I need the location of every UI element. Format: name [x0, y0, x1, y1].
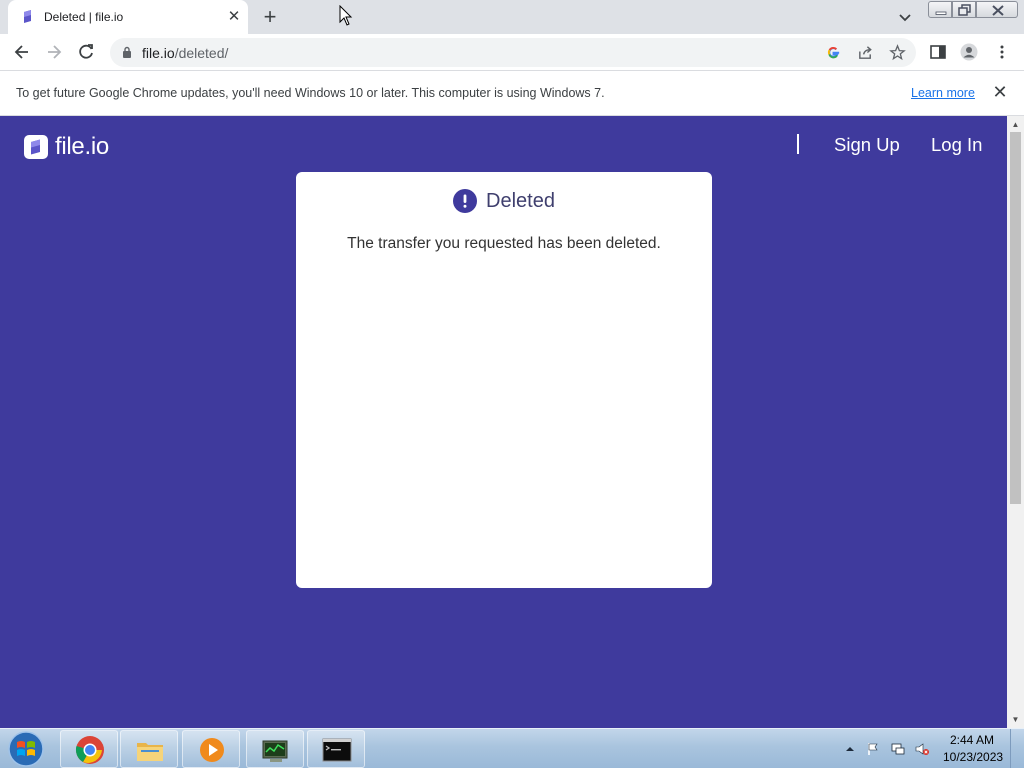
reload-icon[interactable] — [76, 42, 96, 62]
file-explorer-icon — [137, 743, 163, 761]
file-io-logo-icon — [24, 135, 48, 159]
alert-icon — [453, 189, 478, 213]
browser-toolbar: file.io/deleted/ — [0, 34, 1024, 71]
taskbar-chrome[interactable] — [60, 730, 118, 768]
side-panel-icon[interactable] — [929, 43, 947, 61]
restore-button[interactable] — [952, 1, 976, 18]
star-icon[interactable] — [889, 44, 906, 61]
windows-taskbar: 2:44 AM 10/23/2023 — [0, 728, 1024, 768]
media-player-icon — [200, 738, 224, 762]
card-header: Deleted — [296, 189, 712, 213]
card-title: Deleted — [486, 189, 555, 212]
page-viewport: file.io Sign Up Log In Deleted The trans… — [0, 116, 1024, 728]
menu-icon[interactable] — [993, 43, 1011, 61]
url-text[interactable]: file.io/deleted/ — [142, 45, 228, 61]
infobar-close-icon[interactable]: ✕ — [991, 83, 1009, 101]
learn-more-link[interactable]: Learn more — [911, 86, 975, 100]
tab-title: Deleted | file.io — [44, 10, 124, 24]
chrome-icon — [75, 736, 104, 764]
mouse-cursor-icon — [339, 5, 353, 26]
log-in-link[interactable]: Log In — [931, 134, 982, 156]
nav-divider — [797, 134, 799, 154]
taskbar-file-explorer[interactable] — [120, 730, 178, 768]
lock-icon[interactable] — [122, 46, 132, 58]
sign-up-link[interactable]: Sign Up — [834, 134, 900, 156]
network-monitor-icon — [262, 740, 288, 762]
infobar-message: To get future Google Chrome updates, you… — [16, 86, 605, 100]
site-logo[interactable]: file.io — [24, 133, 109, 161]
update-infobar: To get future Google Chrome updates, you… — [0, 71, 1024, 116]
network-icon[interactable] — [891, 742, 905, 756]
status-card: Deleted The transfer you requested has b… — [296, 172, 712, 588]
show-desktop-button[interactable] — [1010, 729, 1024, 768]
tab-strip: Deleted | file.io ✕ + — [0, 0, 1024, 34]
plus-icon[interactable]: + — [258, 6, 282, 28]
share-icon[interactable] — [857, 44, 874, 61]
card-message: The transfer you requested has been dele… — [347, 235, 661, 252]
tab-close-icon[interactable]: ✕ — [226, 9, 242, 25]
page-scrollbar[interactable]: ▲ ▼ — [1007, 116, 1024, 728]
google-icon[interactable] — [825, 44, 842, 61]
action-center-flag-icon[interactable] — [866, 742, 880, 756]
taskbar-media-player[interactable] — [182, 730, 240, 768]
start-button[interactable] — [6, 730, 46, 768]
profile-icon[interactable] — [960, 43, 978, 61]
tab-search-chevron-icon[interactable] — [896, 8, 914, 26]
clock-date[interactable]: 10/23/2023 — [943, 750, 1003, 764]
taskbar-command-prompt[interactable] — [307, 730, 365, 768]
minimize-button[interactable] — [928, 1, 952, 18]
scroll-thumb[interactable] — [1010, 132, 1021, 504]
window-close-button[interactable] — [976, 1, 1018, 18]
back-icon[interactable] — [12, 42, 32, 62]
scroll-up-icon[interactable]: ▲ — [1007, 116, 1024, 133]
forward-icon[interactable] — [44, 42, 64, 62]
logo-text: file.io — [55, 133, 109, 160]
address-bar[interactable]: file.io/deleted/ — [110, 38, 916, 67]
scroll-down-icon[interactable]: ▼ — [1007, 711, 1024, 728]
show-hidden-icons-icon[interactable] — [843, 742, 857, 756]
command-prompt-icon — [322, 738, 352, 762]
volume-muted-icon[interactable] — [915, 742, 929, 756]
clock-time[interactable]: 2:44 AM — [950, 733, 994, 747]
browser-tab[interactable]: Deleted | file.io ✕ — [8, 0, 248, 34]
taskbar-network-monitor[interactable] — [246, 730, 304, 768]
file-io-favicon — [24, 10, 31, 23]
